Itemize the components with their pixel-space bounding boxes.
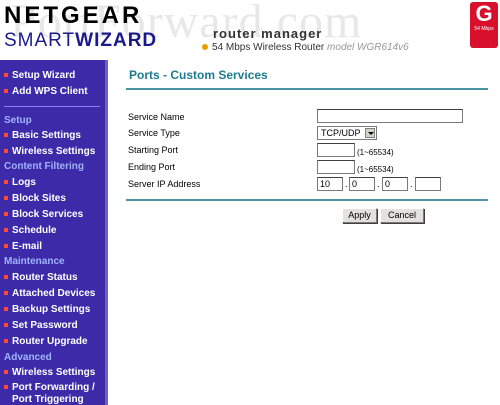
apply-button[interactable]: Apply — [342, 208, 377, 223]
service-type-label: Service Type — [128, 128, 180, 138]
sidebar-item-basic-settings[interactable]: Basic Settings — [4, 130, 81, 141]
router-subtitle: 54 Mbps Wireless Router model WGR614v6 — [202, 42, 409, 53]
bullet-icon — [4, 180, 8, 185]
sidebar-divider — [4, 106, 100, 107]
sidebar-heading-content-filtering: Content Filtering — [4, 161, 84, 172]
ip-dot: . — [345, 179, 348, 189]
bullet-icon — [4, 133, 8, 138]
bullet-icon — [4, 323, 8, 328]
badge-text: 54 Mbps — [474, 26, 494, 32]
main-content: Ports - Custom Services Service Name Ser… — [120, 60, 500, 405]
sidebar-heading-advanced: Advanced — [4, 352, 52, 363]
sidebar-item-router-status[interactable]: Router Status — [4, 272, 78, 283]
starting-port-input[interactable] — [317, 143, 355, 157]
sidebar-item-block-sites[interactable]: Block Sites — [4, 193, 66, 204]
ending-port-hint: (1~65534) — [357, 165, 394, 174]
bullet-icon — [4, 307, 8, 312]
sidebar-item-set-password[interactable]: Set Password — [4, 320, 78, 331]
server-ip-label: Server IP Address — [128, 179, 201, 189]
sidebar-heading-maintenance: Maintenance — [4, 256, 65, 267]
server-ip-octet-4[interactable] — [415, 177, 441, 191]
sidebar-item-schedule[interactable]: Schedule — [4, 225, 56, 236]
sidebar-item-block-services[interactable]: Block Services — [4, 209, 83, 220]
page-title: Ports - Custom Services — [129, 68, 268, 82]
cancel-button[interactable]: Cancel — [380, 208, 424, 223]
router-speed: 54 Mbps Wireless Router — [212, 42, 325, 53]
form-rule — [126, 199, 488, 201]
server-ip-octet-3[interactable] — [382, 177, 408, 191]
bullet-icon — [4, 196, 8, 201]
service-type-select[interactable]: TCP/UDP — [317, 126, 377, 140]
service-type-value: TCP/UDP — [321, 128, 361, 138]
sidebar-item-setup-wizard[interactable]: Setup Wizard — [4, 70, 75, 81]
bullet-icon — [4, 275, 8, 280]
logo-wizard: WIZARD — [75, 30, 158, 51]
ending-port-input[interactable] — [317, 160, 355, 174]
sidebar-item-advanced-wireless-settings[interactable]: Wireless Settings — [4, 367, 95, 378]
bullet-icon — [4, 370, 8, 375]
logo-smart: SMART — [4, 30, 76, 51]
smartwizard-logo: SMARTWIZARD — [4, 30, 157, 52]
title-rule — [126, 88, 488, 90]
router-model: model WGR614v6 — [327, 42, 409, 53]
sidebar-item-attached-devices[interactable]: Attached Devices — [4, 288, 95, 299]
header: PortForward.com NETGEAR SMARTWIZARD rout… — [0, 0, 500, 60]
sidebar-heading-setup: Setup — [4, 115, 32, 126]
bullet-icon — [4, 291, 8, 296]
sidebar-item-email[interactable]: E-mail — [4, 241, 42, 252]
ending-port-label: Ending Port — [128, 162, 176, 172]
service-name-input[interactable] — [317, 109, 463, 123]
sidebar-item-logs[interactable]: Logs — [4, 177, 36, 188]
starting-port-label: Starting Port — [128, 145, 179, 155]
badge-letter: G — [475, 1, 493, 26]
sidebar-item-add-wps-client[interactable]: Add WPS Client — [4, 86, 88, 97]
chevron-down-icon — [365, 128, 375, 138]
netgear-logo: NETGEAR — [4, 2, 143, 29]
service-name-label: Service Name — [128, 112, 185, 122]
sidebar-item-port-forwarding[interactable]: Port Forwarding / — [4, 382, 95, 393]
sidebar-item-wireless-settings[interactable]: Wireless Settings — [4, 146, 95, 157]
starting-port-hint: (1~65534) — [357, 148, 394, 157]
bullet-icon — [4, 228, 8, 233]
bullet-icon — [4, 149, 8, 154]
sidebar-item-router-upgrade[interactable]: Router Upgrade — [4, 336, 88, 347]
bullet-icon — [4, 73, 8, 78]
bullet-icon — [4, 244, 8, 249]
bullet-icon — [202, 44, 208, 51]
sidebar-item-port-triggering[interactable]: Port Triggering — [12, 394, 84, 405]
ip-dot: . — [377, 179, 380, 189]
g-badge-icon: G 54 Mbps — [470, 2, 498, 48]
server-ip-octet-2[interactable] — [349, 177, 375, 191]
bullet-icon — [4, 212, 8, 217]
router-manager-title: router manager — [213, 26, 323, 41]
bullet-icon — [4, 385, 8, 390]
server-ip-octet-1[interactable] — [317, 177, 343, 191]
bullet-icon — [4, 339, 8, 344]
ip-dot: . — [410, 179, 413, 189]
sidebar: Setup Wizard Add WPS Client Setup Basic … — [0, 60, 108, 405]
bullet-icon — [4, 89, 8, 94]
sidebar-item-backup-settings[interactable]: Backup Settings — [4, 304, 90, 315]
